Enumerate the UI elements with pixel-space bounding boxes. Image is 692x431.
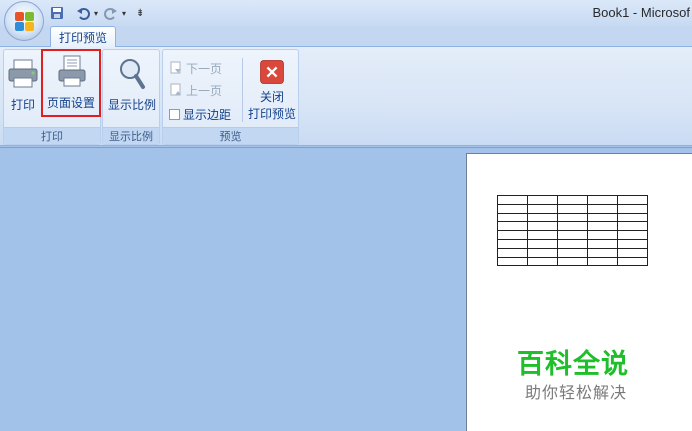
table-cell xyxy=(587,256,618,267)
table-cell xyxy=(557,230,588,240)
prev-page-button[interactable]: 上一页 xyxy=(169,80,222,100)
table-cell xyxy=(527,256,558,267)
table-cell xyxy=(497,256,528,267)
group-preview: 下一页 上一页 显示边距 关闭 打印预览 预览 xyxy=(162,49,299,145)
table-row xyxy=(497,203,648,214)
table-cell xyxy=(617,212,648,223)
prev-page-icon xyxy=(170,83,181,96)
customize-qat-icon[interactable]: ⇟ xyxy=(136,8,144,19)
table-cell xyxy=(617,203,648,214)
group-print-label: 打印 xyxy=(4,127,100,144)
close-preview-icon xyxy=(260,60,284,84)
table-cell xyxy=(497,221,528,232)
table-cell xyxy=(497,247,528,258)
table-cell xyxy=(497,195,528,205)
prev-page-label: 上一页 xyxy=(186,83,223,98)
table-row xyxy=(497,247,648,258)
table-cell xyxy=(587,221,618,232)
table-row xyxy=(497,256,648,267)
zoom-button[interactable]: 显示比例 xyxy=(104,52,160,124)
table-cell xyxy=(527,203,558,214)
undo-icon[interactable] xyxy=(74,4,92,22)
table-cell xyxy=(617,230,648,240)
checkbox-box[interactable] xyxy=(169,108,180,120)
show-margins-label: 显示边距 xyxy=(183,107,232,122)
table-cell xyxy=(557,247,588,258)
next-page-button[interactable]: 下一页 xyxy=(169,58,222,78)
next-page-icon xyxy=(170,61,181,74)
table-cell xyxy=(557,256,588,267)
group-zoom-label: 显示比例 xyxy=(103,127,159,144)
table-cell xyxy=(587,247,618,258)
table-row xyxy=(497,238,648,249)
table-cell xyxy=(527,247,558,258)
table-cell xyxy=(557,221,588,232)
table-row xyxy=(497,230,648,240)
tab-print-preview[interactable]: 打印预览 xyxy=(50,26,116,47)
table-cell xyxy=(527,221,558,232)
show-margins-checkbox[interactable]: 显示边距 xyxy=(169,104,231,124)
table-cell xyxy=(527,212,558,223)
quick-access-toolbar: ▾ ▾ ⇟ xyxy=(48,3,144,23)
table-cell xyxy=(527,238,558,249)
table-row xyxy=(497,221,648,232)
table-cell xyxy=(587,212,618,223)
print-button[interactable]: 打印 xyxy=(7,52,39,124)
preview-page[interactable]: 百科全说 助你轻松解决 xyxy=(466,153,692,431)
table-row xyxy=(497,195,648,205)
table-cell xyxy=(527,195,558,205)
page-setup-button[interactable]: 页面设置 xyxy=(41,49,101,117)
table-cell xyxy=(497,212,528,223)
table-cell xyxy=(587,238,618,249)
printer-icon xyxy=(8,59,38,88)
table-cell xyxy=(557,238,588,249)
table-cell xyxy=(497,238,528,249)
close-preview-label-line1: 关闭 xyxy=(259,90,284,104)
redo-dropdown-icon[interactable]: ▾ xyxy=(122,9,126,18)
table-cell xyxy=(587,195,618,205)
watermark-title: 百科全说 xyxy=(517,349,629,380)
table-cell xyxy=(557,195,588,205)
table-cell xyxy=(617,256,648,267)
table-cell xyxy=(527,230,558,240)
page-setup-button-label: 页面设置 xyxy=(46,96,95,110)
table-cell xyxy=(587,203,618,214)
table-cell xyxy=(617,247,648,258)
office-button[interactable] xyxy=(4,1,44,41)
close-preview-button[interactable]: 关闭 打印预览 xyxy=(246,52,298,124)
watermark-subtitle: 助你轻松解决 xyxy=(525,383,628,402)
zoom-button-label: 显示比例 xyxy=(107,98,156,112)
table-cell xyxy=(497,230,528,240)
zoom-magnifier-icon xyxy=(120,59,145,89)
table-cell xyxy=(617,195,648,205)
next-page-label: 下一页 xyxy=(186,61,223,76)
window-title: Book1 - Microsof xyxy=(592,5,690,20)
close-preview-label-line2: 打印预览 xyxy=(247,107,296,121)
ribbon-tab-row: 打印预览 xyxy=(0,26,692,47)
save-icon[interactable] xyxy=(48,4,66,22)
table-cell xyxy=(617,238,648,249)
table-cell xyxy=(587,230,618,240)
table-cell xyxy=(557,212,588,223)
preview-workspace[interactable]: 百科全说 助你轻松解决 xyxy=(0,147,692,431)
title-bar: ▾ ▾ ⇟ Book1 - Microsof xyxy=(0,0,692,26)
table-cell xyxy=(617,221,648,232)
office-button-icon xyxy=(15,12,35,32)
redo-icon[interactable] xyxy=(102,4,120,22)
table-cell xyxy=(497,203,528,214)
page-setup-icon xyxy=(58,55,86,87)
preview-table xyxy=(497,195,648,267)
print-button-label: 打印 xyxy=(10,98,35,112)
table-row xyxy=(497,212,648,223)
group-zoom: 显示比例 显示比例 xyxy=(102,49,160,145)
undo-dropdown-icon[interactable]: ▾ xyxy=(94,9,98,18)
preview-separator xyxy=(242,58,243,122)
group-print: 打印 页面设置 打印 xyxy=(3,49,101,145)
table-cell xyxy=(557,203,588,214)
group-preview-label: 预览 xyxy=(163,127,298,144)
ribbon: 打印 页面设置 打印 显示比例 显示比例 下一页 上一页 显示边距 关闭 打印预… xyxy=(0,46,692,146)
